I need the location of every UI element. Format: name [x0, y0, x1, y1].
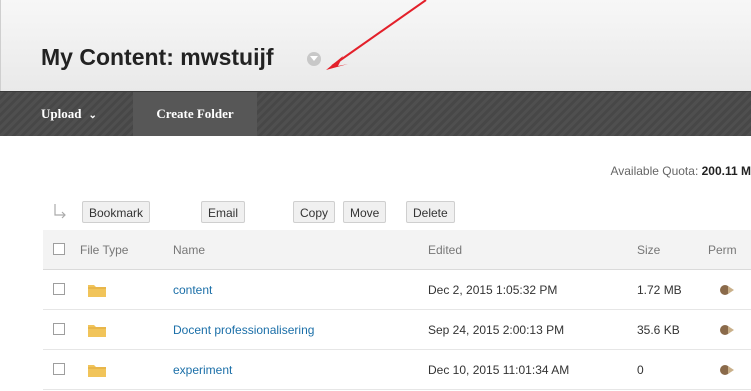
permissions-icon[interactable]	[719, 282, 735, 298]
move-button[interactable]: Move	[343, 201, 387, 223]
file-name-link[interactable]: Docent professionalisering	[173, 310, 314, 350]
col-name[interactable]: Name	[173, 230, 205, 270]
quota-display: Available Quota: 200.11 M	[610, 164, 751, 178]
col-edited[interactable]: Edited	[428, 230, 462, 270]
action-toolbar: Upload ⌄ Create Folder	[0, 91, 751, 136]
chevron-down-icon: ⌄	[88, 110, 97, 121]
delete-button[interactable]: Delete	[406, 201, 455, 223]
quota-value: 200.11 M	[701, 164, 751, 178]
permissions-icon[interactable]	[719, 362, 735, 378]
file-name-link[interactable]: experiment	[173, 350, 232, 390]
file-size: 0	[637, 363, 644, 377]
create-folder-button[interactable]: Create Folder	[133, 92, 257, 136]
chevron-down-icon[interactable]	[307, 52, 321, 66]
file-size: 1.72 MB	[637, 283, 682, 297]
folder-icon	[88, 325, 106, 337]
upload-label: Upload	[41, 106, 82, 121]
col-size[interactable]: Size	[637, 230, 660, 270]
page-header: My Content: mwstuijf	[0, 0, 751, 91]
edited-date: Dec 2, 2015 1:05:32 PM	[428, 283, 558, 297]
file-size: 35.6 KB	[637, 323, 680, 337]
file-name-link[interactable]: content	[173, 270, 212, 310]
table-row: content Dec 2, 2015 1:05:32 PM 1.72 MB	[43, 270, 751, 310]
table-header-row: File Type Name Edited Size Perm	[43, 230, 751, 270]
select-all-checkbox[interactable]	[53, 243, 65, 255]
folder-icon	[88, 365, 106, 377]
upload-menu-button[interactable]: Upload ⌄	[14, 92, 111, 136]
quota-label: Available Quota:	[610, 164, 699, 178]
table-row: experiment Dec 10, 2015 11:01:34 AM 0	[43, 350, 751, 390]
return-arrow-icon	[54, 204, 66, 219]
edited-date: Dec 10, 2015 11:01:34 AM	[428, 363, 570, 377]
folder-icon	[88, 285, 106, 297]
page-title: My Content: mwstuijf	[41, 44, 274, 70]
edited-date: Sep 24, 2015 2:00:13 PM	[428, 323, 565, 337]
col-permissions[interactable]: Perm	[708, 230, 737, 270]
table-row: Docent professionalisering Sep 24, 2015 …	[43, 310, 751, 350]
email-items-button[interactable]: Email Items	[201, 201, 246, 242]
row-checkbox[interactable]	[53, 323, 65, 335]
permissions-icon[interactable]	[719, 322, 735, 338]
col-file-type[interactable]: File Type	[80, 230, 128, 270]
bookmark-items-button[interactable]: Bookmark Items	[82, 201, 151, 242]
row-checkbox[interactable]	[53, 363, 65, 375]
row-checkbox[interactable]	[53, 283, 65, 295]
copy-button[interactable]: Copy	[293, 201, 336, 223]
